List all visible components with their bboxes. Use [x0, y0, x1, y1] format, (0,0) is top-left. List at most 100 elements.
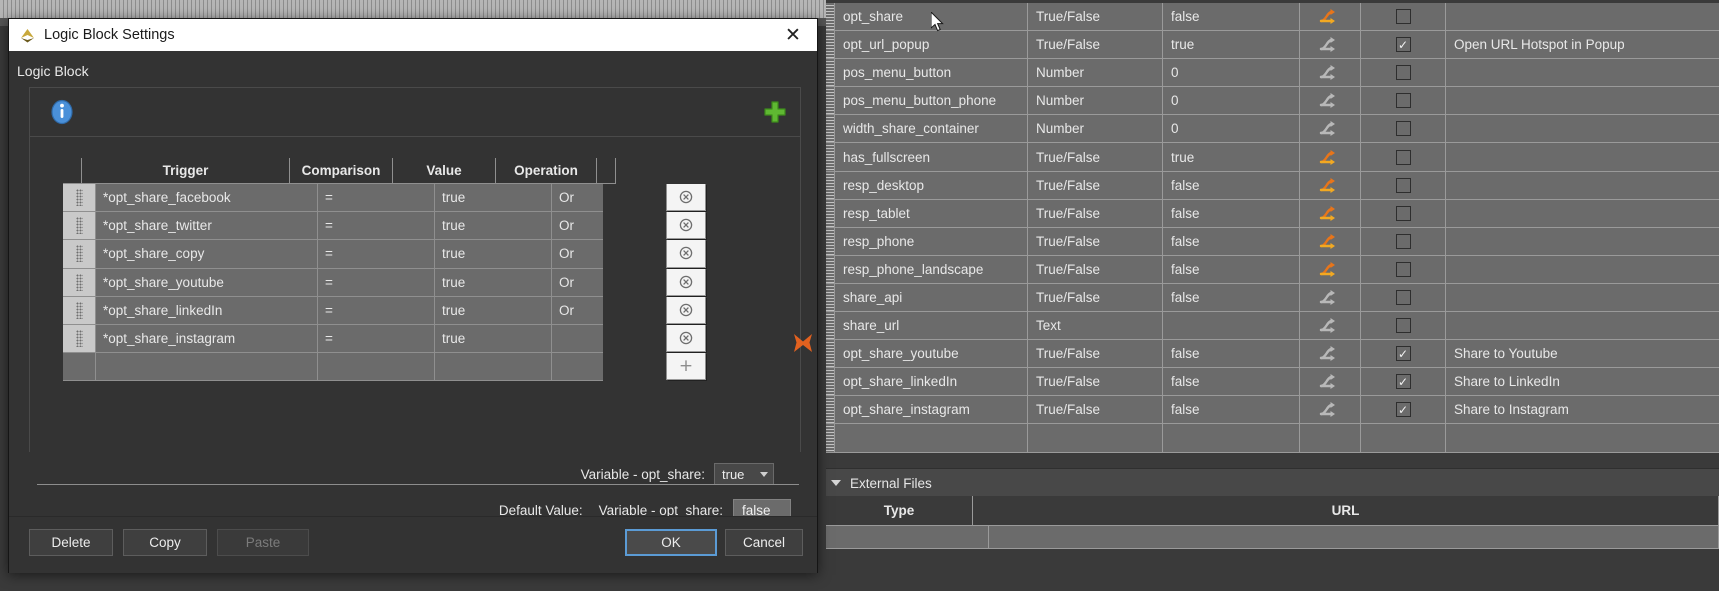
- cell-variable-description[interactable]: [1446, 3, 1719, 30]
- variable-enabled-checkbox[interactable]: [1395, 318, 1411, 334]
- row-drag-handle[interactable]: [826, 312, 835, 340]
- table-row[interactable]: resp_tablet True/False false: [826, 199, 1719, 228]
- variable-link-icon[interactable]: [1319, 289, 1341, 306]
- cell-variable-name[interactable]: width_share_container: [835, 115, 1028, 143]
- delete-logic-block-icon[interactable]: [790, 330, 816, 356]
- table-row-new[interactable]: +: [63, 353, 706, 382]
- cell-variable-name[interactable]: [835, 424, 1028, 452]
- cell-variable-checkbox[interactable]: [1361, 227, 1446, 255]
- remove-row-button[interactable]: [667, 212, 706, 240]
- cell-variable-checkbox[interactable]: ✓: [1361, 396, 1446, 424]
- cell-variable-type[interactable]: Number: [1028, 115, 1163, 143]
- cell-variable-description[interactable]: [1446, 87, 1719, 114]
- cell-variable-checkbox[interactable]: [1361, 283, 1446, 312]
- cell-variable-checkbox[interactable]: [1361, 199, 1446, 227]
- cell-variable-description[interactable]: Share to LinkedIn: [1446, 368, 1719, 395]
- cell-trigger[interactable]: *opt_share_youtube: [96, 268, 318, 296]
- row-drag-handle[interactable]: [826, 171, 835, 199]
- copy-button[interactable]: Copy: [123, 529, 207, 556]
- cell-variable-type[interactable]: True/False: [1028, 368, 1163, 396]
- cell-trigger[interactable]: *opt_share_facebook: [96, 184, 318, 212]
- cell-variable-name[interactable]: resp_phone_landscape: [835, 255, 1028, 283]
- add-row-button[interactable]: +: [667, 353, 706, 381]
- cell-variable-link[interactable]: [1300, 3, 1361, 31]
- cell-variable-link[interactable]: [1300, 396, 1361, 424]
- variable-link-icon[interactable]: [1319, 401, 1341, 418]
- info-icon[interactable]: [50, 99, 74, 125]
- table-row[interactable]: *opt_share_twitter = true Or: [63, 212, 706, 241]
- table-row[interactable]: [826, 424, 1719, 453]
- cell-variable-description[interactable]: [1446, 59, 1719, 86]
- variable-link-icon[interactable]: [1319, 205, 1341, 222]
- cell-variable-checkbox[interactable]: [1361, 424, 1446, 452]
- row-drag-handle[interactable]: [826, 59, 835, 87]
- add-logic-block-icon[interactable]: [762, 99, 788, 125]
- row-drag-handle[interactable]: [63, 268, 96, 296]
- variable-link-icon[interactable]: [1319, 8, 1341, 25]
- cell-variable-checkbox[interactable]: [1361, 255, 1446, 283]
- cell-variable-link[interactable]: [1300, 115, 1361, 143]
- cell-variable-type[interactable]: [1028, 424, 1163, 452]
- delete-button[interactable]: Delete: [29, 529, 113, 556]
- variable-enabled-checkbox[interactable]: [1395, 289, 1411, 305]
- cell-operation[interactable]: Or: [552, 296, 667, 324]
- remove-row-button[interactable]: [667, 296, 706, 324]
- variable-enabled-checkbox[interactable]: [1395, 9, 1411, 25]
- row-drag-handle[interactable]: [826, 227, 835, 255]
- cell-variable-name[interactable]: opt_share_instagram: [835, 396, 1028, 424]
- cell-comparison[interactable]: =: [318, 212, 435, 240]
- cell-variable-value[interactable]: false: [1163, 340, 1300, 368]
- cell-variable-value[interactable]: false: [1163, 255, 1300, 283]
- cell-variable-name[interactable]: opt_share_youtube: [835, 340, 1028, 368]
- cell-variable-type[interactable]: True/False: [1028, 31, 1163, 59]
- cell-trigger[interactable]: *opt_share_linkedIn: [96, 296, 318, 324]
- cell-variable-name[interactable]: share_api: [835, 283, 1028, 312]
- table-row[interactable]: resp_phone True/False false: [826, 227, 1719, 256]
- cell-variable-checkbox[interactable]: [1361, 312, 1446, 340]
- row-drag-handle[interactable]: [826, 87, 835, 115]
- row-drag-handle[interactable]: [63, 184, 96, 212]
- cell-variable-description[interactable]: Share to Instagram: [1446, 396, 1719, 423]
- remove-row-button[interactable]: [667, 324, 706, 353]
- cell-variable-name[interactable]: resp_desktop: [835, 171, 1028, 199]
- table-row[interactable]: width_share_container Number 0: [826, 115, 1719, 144]
- cell-variable-checkbox[interactable]: [1361, 115, 1446, 143]
- variable-link-icon[interactable]: [1319, 261, 1341, 278]
- cell-variable-checkbox[interactable]: ✓: [1361, 31, 1446, 59]
- cell-variable-name[interactable]: pos_menu_button_phone: [835, 87, 1028, 115]
- table-row[interactable]: opt_url_popup True/False true ✓ Open URL Hot…: [826, 31, 1719, 60]
- cell-variable-type[interactable]: True/False: [1028, 171, 1163, 199]
- variable-enabled-checkbox[interactable]: [1395, 177, 1411, 193]
- cell-value[interactable]: true: [435, 324, 552, 353]
- cell-variable-checkbox[interactable]: [1361, 59, 1446, 87]
- row-drag-handle[interactable]: [826, 3, 835, 31]
- cell-variable-link[interactable]: [1300, 31, 1361, 59]
- cell-variable-link[interactable]: [1300, 199, 1361, 227]
- variable-enabled-checkbox[interactable]: ✓: [1395, 374, 1411, 390]
- cell-value[interactable]: true: [435, 268, 552, 296]
- row-drag-handle[interactable]: [63, 324, 96, 353]
- cell-variable-description[interactable]: [1446, 143, 1719, 170]
- cell-variable-checkbox[interactable]: ✓: [1361, 340, 1446, 368]
- row-drag-handle[interactable]: [63, 212, 96, 240]
- cell-variable-link[interactable]: [1300, 143, 1361, 171]
- cell-variable-description[interactable]: Share to Youtube: [1446, 340, 1719, 367]
- cell-trigger[interactable]: *opt_share_twitter: [96, 212, 318, 240]
- cell-variable-type[interactable]: Text: [1028, 312, 1163, 340]
- cell-variable-type[interactable]: True/False: [1028, 255, 1163, 283]
- cell-variable-description[interactable]: [1446, 200, 1719, 227]
- variable-enabled-checkbox[interactable]: [1395, 205, 1411, 221]
- variable-enabled-checkbox[interactable]: ✓: [1395, 402, 1411, 418]
- remove-row-button[interactable]: [667, 184, 706, 212]
- cell-value-empty[interactable]: [435, 353, 552, 381]
- cell-variable-name[interactable]: share_url: [835, 312, 1028, 340]
- table-row[interactable]: opt_share_instagram True/False false ✓ Share…: [826, 396, 1719, 425]
- row-drag-handle[interactable]: [826, 115, 835, 143]
- variable-enabled-checkbox[interactable]: [1395, 149, 1411, 165]
- cell-variable-type[interactable]: True/False: [1028, 143, 1163, 171]
- cell-variable-type[interactable]: Number: [1028, 87, 1163, 115]
- table-row[interactable]: has_fullscreen True/False true: [826, 143, 1719, 172]
- row-drag-handle[interactable]: [826, 340, 835, 368]
- cell-operation[interactable]: [552, 324, 667, 353]
- table-row[interactable]: *opt_share_linkedIn = true Or: [63, 296, 706, 325]
